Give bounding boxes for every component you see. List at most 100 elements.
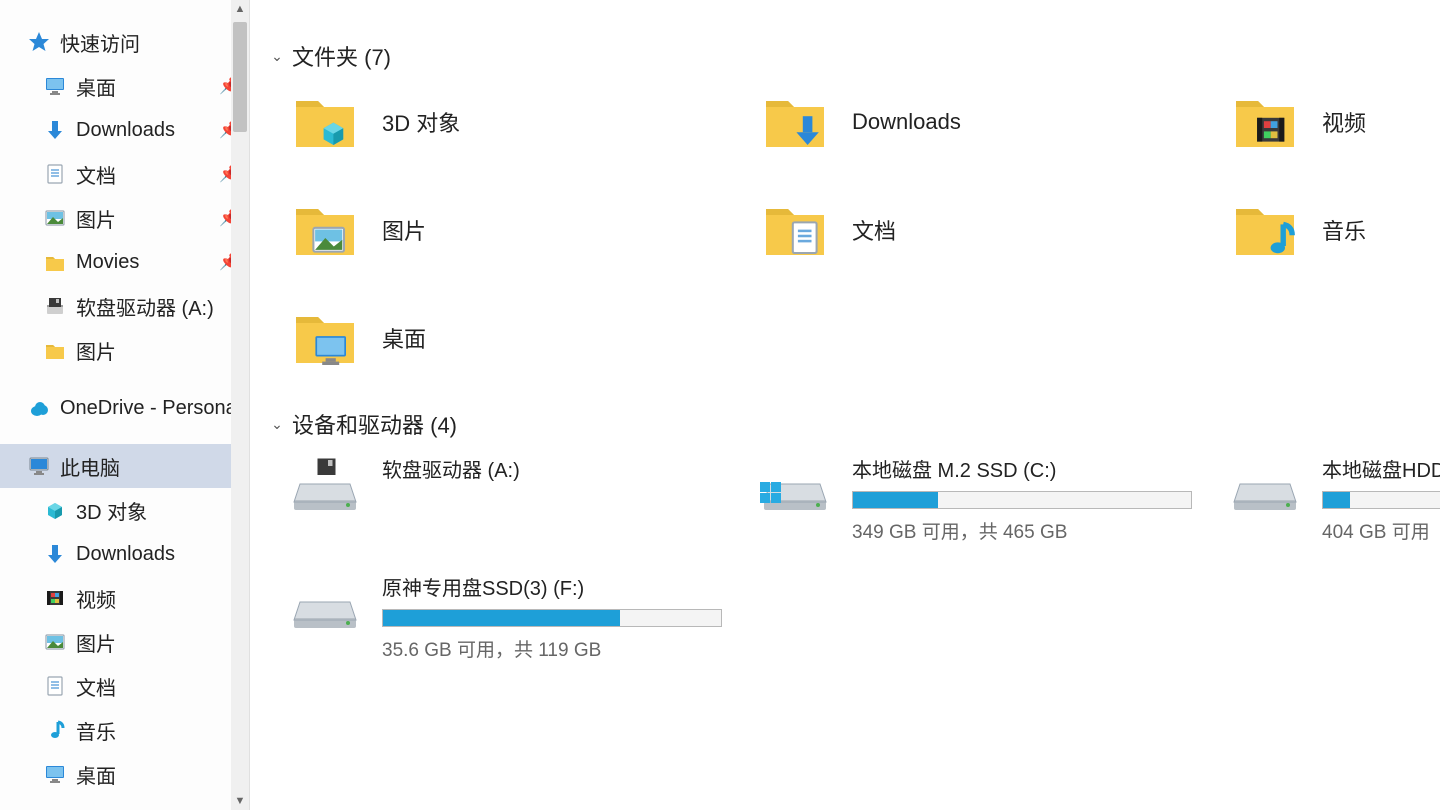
cloud-icon [28, 397, 50, 419]
folder-3d-objects[interactable]: 3D 对象 [290, 82, 760, 162]
hard-drive-icon [1230, 450, 1300, 520]
scroll-up-icon[interactable]: ▲ [231, 0, 249, 18]
download-icon [44, 119, 66, 141]
sidebar-item-label: 桌面 [76, 72, 116, 101]
group-header-folders[interactable]: ⌄ 文件夹 (7) [270, 40, 1440, 72]
drive-usage-bar [1322, 491, 1440, 509]
folder-label: 音乐 [1322, 214, 1366, 246]
drive-usage-bar [382, 609, 722, 627]
floppy-drive-icon [290, 450, 360, 520]
sidebar-pc-videos[interactable]: 视频 [0, 576, 249, 620]
drive-c[interactable]: 本地磁盘 M.2 SSD (C:) 349 GB 可用，共 465 GB [760, 450, 1230, 540]
sidebar-item-label: 音乐 [76, 716, 116, 745]
sidebar-pc-music[interactable]: 音乐 [0, 708, 249, 752]
folder-3d-icon [290, 87, 360, 157]
document-icon [44, 163, 66, 185]
sidebar-quick-access[interactable]: 快速访问 [0, 20, 249, 64]
drive-floppy-a[interactable]: 软盘驱动器 (A:) [290, 450, 760, 540]
folder-icon [44, 251, 66, 273]
folder-label: 图片 [382, 214, 426, 246]
drive-free-text: 404 GB 可用 [1322, 517, 1440, 544]
sidebar-item-label: 图片 [76, 336, 116, 365]
folder-desktop-icon [290, 303, 360, 373]
folder-icon [44, 339, 66, 361]
cube-icon [44, 499, 66, 521]
folder-desktop[interactable]: 桌面 [290, 298, 760, 378]
sidebar-this-pc[interactable]: 此电脑 [0, 444, 249, 488]
desktop-icon [44, 75, 66, 97]
sidebar-item-label: 图片 [76, 628, 116, 657]
folder-downloads[interactable]: Downloads [760, 82, 1230, 162]
content-pane: ⌄ 文件夹 (7) 3D 对象 Downloads [250, 0, 1440, 810]
picture-icon [44, 207, 66, 229]
sidebar-item-label: 视频 [76, 584, 116, 613]
folder-music[interactable]: 音乐 [1230, 190, 1440, 270]
sidebar-item-label: 文档 [76, 672, 116, 701]
sidebar-item-label: 3D 对象 [76, 496, 147, 525]
sidebar-item-label: 软盘驱动器 (A:) [76, 292, 214, 321]
sidebar-item-pictures[interactable]: 图片 📌 [0, 196, 249, 240]
folder-label: 桌面 [382, 322, 426, 354]
sidebar-pc-pictures[interactable]: 图片 [0, 620, 249, 664]
sidebar-item-pictures-2[interactable]: 图片 [0, 328, 249, 372]
drive-usage-fill [1323, 492, 1350, 508]
star-icon [28, 31, 50, 53]
folder-videos-icon [1230, 87, 1300, 157]
sidebar-item-label: 桌面 [76, 760, 116, 789]
sidebar-item-label: 快速访问 [60, 28, 140, 57]
sidebar-item-label: Downloads [76, 119, 175, 142]
sidebar-item-label: Movies [76, 251, 139, 274]
music-icon [44, 719, 66, 741]
sidebar-item-desktop[interactable]: 桌面 📌 [0, 64, 249, 108]
drive-free-text: 35.6 GB 可用，共 119 GB [382, 635, 760, 662]
sidebar-item-label: 此电脑 [60, 452, 120, 481]
scroll-down-icon[interactable]: ▼ [231, 792, 249, 810]
folder-label: 3D 对象 [382, 106, 460, 138]
chevron-down-icon: ⌄ [270, 48, 284, 65]
drive-f[interactable]: 原神专用盘SSD(3) (F:) 35.6 GB 可用，共 119 GB [290, 568, 760, 658]
sidebar-onedrive[interactable]: OneDrive - Personal [0, 386, 249, 430]
drive-usage-fill [383, 610, 620, 626]
drive-label: 原神专用盘SSD(3) (F:) [382, 572, 760, 601]
folder-videos[interactable]: 视频 [1230, 82, 1440, 162]
folder-documents[interactable]: 文档 [760, 190, 1230, 270]
group-header-drives[interactable]: ⌄ 设备和驱动器 (4) [270, 408, 1440, 440]
drive-usage-bar [852, 491, 1192, 509]
folder-label: 视频 [1322, 106, 1366, 138]
download-icon [44, 543, 66, 565]
sidebar-item-label: 文档 [76, 160, 116, 189]
drive-label: 软盘驱动器 (A:) [382, 454, 760, 483]
sidebar-pc-desktop[interactable]: 桌面 [0, 752, 249, 796]
sidebar-item-label: OneDrive - Personal [60, 397, 241, 420]
sidebar-pc-documents[interactable]: 文档 [0, 664, 249, 708]
sidebar-item-documents[interactable]: 文档 📌 [0, 152, 249, 196]
drive-hdd[interactable]: 本地磁盘HDD 404 GB 可用 [1230, 450, 1440, 540]
desktop-icon [44, 763, 66, 785]
sidebar-item-downloads[interactable]: Downloads 📌 [0, 108, 249, 152]
folder-documents-icon [760, 195, 830, 265]
sidebar-scrollbar[interactable]: ▲ ▼ [231, 0, 249, 810]
folder-label: 文档 [852, 214, 896, 246]
group-header-label: 文件夹 (7) [292, 40, 391, 72]
floppy-icon [44, 295, 66, 317]
folder-downloads-icon [760, 87, 830, 157]
document-icon [44, 675, 66, 697]
hard-drive-icon [290, 568, 360, 638]
sidebar-pc-downloads[interactable]: Downloads [0, 532, 249, 576]
drive-label: 本地磁盘HDD [1322, 454, 1440, 483]
folder-label: Downloads [852, 109, 961, 135]
sidebar-item-floppy[interactable]: 软盘驱动器 (A:) [0, 284, 249, 328]
chevron-down-icon: ⌄ [270, 416, 284, 433]
group-header-label: 设备和驱动器 (4) [292, 408, 457, 440]
folder-pictures[interactable]: 图片 [290, 190, 760, 270]
sidebar-item-movies[interactable]: Movies 📌 [0, 240, 249, 284]
sidebar-item-label: Downloads [76, 543, 175, 566]
drive-free-text: 349 GB 可用，共 465 GB [852, 517, 1230, 544]
navigation-pane: 快速访问 桌面 📌 Downloads 📌 文档 📌 图片 📌 Movies 📌 [0, 0, 250, 810]
folder-pictures-icon [290, 195, 360, 265]
system-drive-icon [760, 450, 830, 520]
scroll-thumb[interactable] [233, 22, 247, 132]
picture-icon [44, 631, 66, 653]
folder-music-icon [1230, 195, 1300, 265]
sidebar-pc-3d[interactable]: 3D 对象 [0, 488, 249, 532]
